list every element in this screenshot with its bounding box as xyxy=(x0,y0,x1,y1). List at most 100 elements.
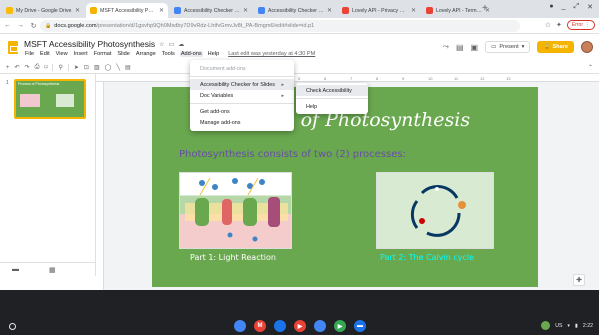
addons-menu: Document add-ons Accessibility Checker f… xyxy=(190,60,294,131)
ruler-tick-label: 10 xyxy=(428,76,433,81)
browser-tab-strip: My Drive - Google Drive ✕ MSFT Accessibili… xyxy=(0,0,599,18)
docs-icon[interactable] xyxy=(274,320,286,332)
menu-item-check-accessibility[interactable]: Check Accessibility xyxy=(296,85,368,96)
meet-app-icon[interactable] xyxy=(314,320,326,332)
explore-icon[interactable]: ✚ xyxy=(573,274,585,286)
tab-close-icon[interactable]: ✕ xyxy=(159,7,164,14)
avatar[interactable] xyxy=(581,41,593,53)
tab-favicon-icon xyxy=(426,7,433,14)
slides-header: MSFT Accessibility Photosynthesis ☆ ▭ ☁ … xyxy=(0,34,599,62)
print-icon[interactable]: ⎙ xyxy=(35,64,40,71)
youtube-icon[interactable]: ▶ xyxy=(294,320,306,332)
line-icon[interactable]: ╲ xyxy=(116,64,120,71)
maximize-icon[interactable]: ⤢ xyxy=(574,3,580,11)
calvin-cycle-image[interactable] xyxy=(376,172,494,249)
menu-item-accessibility-checker[interactable]: Accessibility Checker for Slides ▸ xyxy=(190,79,294,90)
slides-logo-icon[interactable] xyxy=(8,41,18,54)
image-icon[interactable]: ▨ xyxy=(94,64,100,71)
close-window-icon[interactable]: ✕ xyxy=(587,3,593,11)
browser-tab[interactable]: MSFT Accessibility Photosynthesis✕ xyxy=(86,3,168,18)
comment-add-icon[interactable]: ▤ xyxy=(125,64,131,71)
slide-subtitle[interactable]: Photosynthesis consists of two (2) proce… xyxy=(179,149,406,160)
activity-icon[interactable]: ⤳ xyxy=(443,42,449,52)
star-icon[interactable]: ☆ xyxy=(545,21,551,29)
light-reaction-image[interactable] xyxy=(179,172,292,249)
launcher-icon[interactable] xyxy=(9,323,16,330)
browser-tab[interactable]: My Drive - Google Drive ✕ xyxy=(2,3,84,18)
menu-slide[interactable]: Slide xyxy=(116,51,130,57)
caption-calvin-cycle[interactable]: Part 2: The Calvin cycle xyxy=(380,253,474,262)
slide-thumbnail[interactable]: Process of Photosynthesis xyxy=(14,79,86,119)
zoom-icon[interactable]: ⚲ xyxy=(58,64,62,71)
folder-icon[interactable]: ▭ xyxy=(169,41,175,48)
files-icon[interactable]: ▬ xyxy=(354,320,366,332)
redo-icon[interactable]: ↷ xyxy=(25,64,30,71)
menu-addons[interactable]: Add-ons xyxy=(179,51,203,57)
profile-icon[interactable]: ● xyxy=(549,3,553,11)
back-icon[interactable]: ← xyxy=(2,22,13,29)
submenu-arrow-icon: ▸ xyxy=(281,92,284,99)
undo-icon[interactable]: ↶ xyxy=(15,64,20,71)
present-button[interactable]: ▭ Present ▾ xyxy=(485,41,531,53)
error-label: Error xyxy=(571,22,583,28)
grid-view-icon[interactable]: ▦ xyxy=(49,266,56,274)
new-tab-button[interactable]: + xyxy=(482,3,488,15)
menu-item-get-addons[interactable]: Get add-ons xyxy=(190,106,294,117)
menu-view[interactable]: View xyxy=(55,51,69,57)
error-button[interactable]: Error ⋮ xyxy=(566,20,595,30)
browser-tab[interactable]: Accessibility Checker for Slides✕ xyxy=(170,3,252,18)
tab-favicon-icon xyxy=(6,7,13,14)
share-label: Share xyxy=(552,44,568,50)
comment-icon[interactable]: ▤ xyxy=(456,43,464,52)
meet-icon[interactable]: ▣ xyxy=(471,43,479,52)
browser-tab[interactable]: Lovely API - Privacy Policy ✕ xyxy=(338,3,420,18)
menu-format[interactable]: Format xyxy=(93,51,113,57)
menu-edit[interactable]: Edit xyxy=(39,51,51,57)
filmstrip-view-icon[interactable]: ▬ xyxy=(12,266,19,273)
chrome-icon[interactable] xyxy=(234,320,246,332)
thumbnail-picture-light xyxy=(20,94,40,107)
menu-item-help[interactable]: Help xyxy=(296,101,368,112)
menu-arrange[interactable]: Arrange xyxy=(135,51,157,57)
tab-close-icon[interactable]: ✕ xyxy=(327,7,332,14)
system-tray[interactable]: US ▾ ▮ 2:22 xyxy=(541,321,593,330)
menu-tools[interactable]: Tools xyxy=(161,51,176,57)
menu-insert[interactable]: Insert xyxy=(73,51,89,57)
document-title[interactable]: MSFT Accessibility Photosynthesis xyxy=(24,39,155,49)
menu-help[interactable]: Help xyxy=(207,51,221,57)
play-store-icon[interactable]: ▶ xyxy=(334,320,346,332)
user-tray-icon xyxy=(541,321,551,330)
thumbnail-title: Process of Photosynthesis xyxy=(18,82,60,86)
minimize-icon[interactable]: _ xyxy=(562,3,566,11)
collapse-toolbar-icon[interactable]: ⌃ xyxy=(588,64,593,71)
select-icon[interactable]: ➤ xyxy=(74,64,79,71)
address-bar[interactable]: 🔒 docs.google.com /presentation/d/1gsvhp… xyxy=(40,20,520,32)
new-slide-icon[interactable]: + xyxy=(6,65,10,71)
tab-close-icon[interactable]: ✕ xyxy=(243,7,248,14)
star-icon[interactable]: ☆ xyxy=(159,41,164,48)
paint-format-icon[interactable]: ⌑ xyxy=(44,64,47,71)
ruler-tick-label: 8 xyxy=(376,76,379,81)
forward-icon[interactable]: → xyxy=(15,22,26,29)
extension-icon[interactable]: ✦ xyxy=(556,21,562,29)
thumbnail-picture-calvin xyxy=(56,94,74,107)
gmail-icon[interactable]: M xyxy=(254,320,266,332)
browser-tab[interactable]: Accessibility Checker for Slides✕ xyxy=(254,3,336,18)
share-button[interactable]: 🔒 Share xyxy=(537,41,574,53)
ruler-tick-label: 13 xyxy=(506,76,511,81)
menu-item-doc-variables[interactable]: Doc Variables ▸ xyxy=(190,90,294,101)
reload-icon[interactable]: ↻ xyxy=(28,22,39,30)
tab-favicon-icon xyxy=(90,7,97,14)
tab-favicon-icon xyxy=(258,7,265,14)
shape-icon[interactable]: ◯ xyxy=(105,64,112,71)
menu-item-manage-addons[interactable]: Manage add-ons xyxy=(190,117,294,128)
last-edit-link[interactable]: Last edit was yesterday at 4:30 PM xyxy=(228,51,315,57)
text-box-icon[interactable]: ⊡ xyxy=(84,64,89,71)
ruler-tick-label: 7 xyxy=(350,76,353,81)
window-controls: ● _ ⤢ ✕ xyxy=(549,3,593,11)
menu-file[interactable]: File xyxy=(24,51,35,57)
caption-light-reaction[interactable]: Part 1: Light Reaction xyxy=(190,253,276,262)
vertical-ruler xyxy=(96,82,104,290)
tab-close-icon[interactable]: ✕ xyxy=(75,7,80,14)
tab-close-icon[interactable]: ✕ xyxy=(411,7,416,14)
